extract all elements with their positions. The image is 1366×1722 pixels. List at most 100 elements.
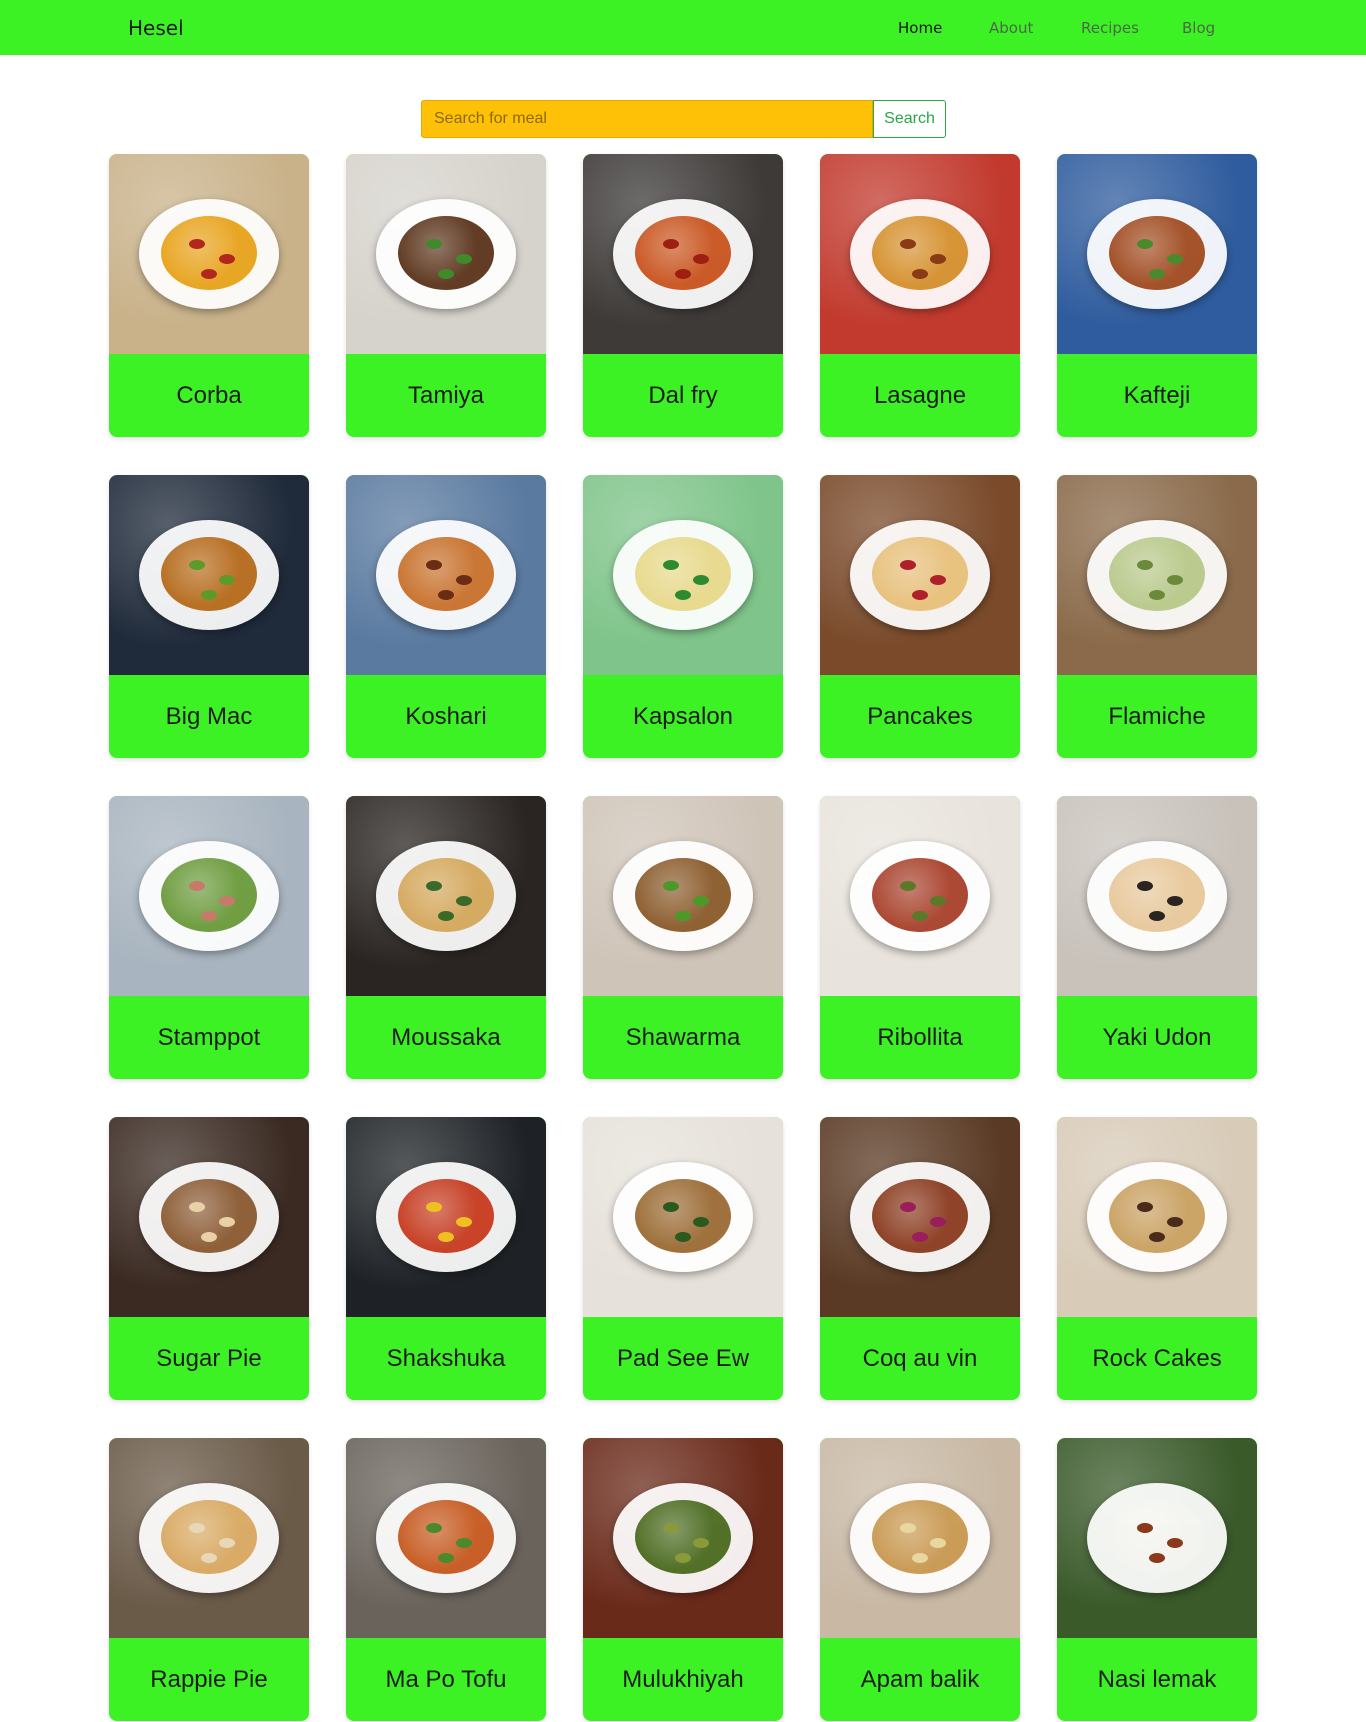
meal-image[interactable] [1057, 154, 1257, 354]
meal-card[interactable]: Moussaka [346, 796, 546, 1079]
garnish-shape [693, 1217, 709, 1227]
garnish-shape [1137, 881, 1153, 891]
meal-image[interactable] [583, 1438, 783, 1638]
meal-card[interactable]: Corba [109, 154, 309, 437]
meal-title: Rappie Pie [150, 1665, 268, 1693]
meal-image[interactable] [346, 154, 546, 354]
garnish-shape [426, 1523, 442, 1533]
nav-link-recipes[interactable]: Recipes [1081, 19, 1139, 37]
garnish-shape [219, 575, 235, 585]
meal-card[interactable]: Apam balik [820, 1438, 1020, 1721]
garnish-shape [900, 239, 916, 249]
meal-card[interactable]: Kafteji [1057, 154, 1257, 437]
garnish-shape [663, 1523, 679, 1533]
meal-image[interactable] [820, 1438, 1020, 1638]
garnish-shape [426, 239, 442, 249]
garnish-shape [1149, 269, 1165, 279]
meal-image[interactable] [1057, 1438, 1257, 1638]
meal-image[interactable] [109, 154, 309, 354]
meal-image[interactable] [1057, 475, 1257, 675]
garnish-shape [930, 1538, 946, 1548]
meal-image[interactable] [583, 154, 783, 354]
meal-title: Lasagne [873, 381, 967, 409]
meal-title: Ribollita [877, 1023, 963, 1051]
meal-image[interactable] [346, 1117, 546, 1317]
meal-title: Coq au vin [862, 1344, 978, 1372]
search-button[interactable]: Search [873, 100, 946, 138]
meal-image[interactable] [820, 796, 1020, 996]
meal-image[interactable] [109, 475, 309, 675]
garnish-shape [663, 881, 679, 891]
meal-image[interactable] [1057, 796, 1257, 996]
garnish-shape [201, 269, 217, 279]
nav-link-blog[interactable]: Blog [1182, 19, 1215, 37]
garnish-shape [912, 1553, 928, 1563]
garnish-shape [675, 1232, 691, 1242]
meal-image[interactable] [346, 796, 546, 996]
nav-link-about[interactable]: About [989, 19, 1033, 37]
top-navbar: Hesel Home About Recipes Blog [0, 0, 1366, 55]
meal-card[interactable]: Shakshuka [346, 1117, 546, 1400]
meal-title: Flamiche [1108, 702, 1206, 730]
meal-card[interactable]: Tamiya [346, 154, 546, 437]
meal-card[interactable]: Pad See Ew [583, 1117, 783, 1400]
meal-image[interactable] [109, 796, 309, 996]
garnish-shape [189, 239, 205, 249]
garnish-shape [438, 269, 454, 279]
meal-card[interactable]: Dal fry [583, 154, 783, 437]
meal-title: Pancakes [867, 702, 973, 730]
meal-image[interactable] [820, 1117, 1020, 1317]
meal-image[interactable] [820, 475, 1020, 675]
garnish-shape [693, 896, 709, 906]
meal-card[interactable]: Yaki Udon [1057, 796, 1257, 1079]
garnish-shape [1137, 560, 1153, 570]
garnish-shape [456, 1217, 472, 1227]
garnish-shape [930, 896, 946, 906]
nav-link-home[interactable]: Home [898, 19, 942, 37]
garnish-shape [438, 1232, 454, 1242]
meal-card[interactable]: Ribollita [820, 796, 1020, 1079]
garnish-shape [693, 575, 709, 585]
garnish-shape [1167, 575, 1183, 585]
brand-logo-link[interactable]: Hesel [128, 16, 184, 40]
meal-card[interactable]: Big Mac [109, 475, 309, 758]
meal-image[interactable] [583, 796, 783, 996]
meal-image[interactable] [109, 1438, 309, 1638]
meal-image[interactable] [1057, 1117, 1257, 1317]
meal-card[interactable]: Stamppot [109, 796, 309, 1079]
garnish-shape [930, 575, 946, 585]
meal-title: Rock Cakes [1092, 1344, 1222, 1372]
garnish-shape [201, 1232, 217, 1242]
meal-card[interactable]: Coq au vin [820, 1117, 1020, 1400]
meal-card[interactable]: Lasagne [820, 154, 1020, 437]
meal-card[interactable]: Ma Po Tofu [346, 1438, 546, 1721]
meal-title: Yaki Udon [1102, 1023, 1212, 1051]
meal-card[interactable]: Sugar Pie [109, 1117, 309, 1400]
meal-title: Shakshuka [386, 1344, 506, 1372]
meal-image[interactable] [820, 154, 1020, 354]
garnish-shape [456, 1538, 472, 1548]
garnish-shape [219, 896, 235, 906]
meal-title: Apam balik [860, 1665, 980, 1693]
meal-card[interactable]: Flamiche [1057, 475, 1257, 758]
garnish-shape [675, 1553, 691, 1563]
meal-title: Kafteji [1123, 381, 1191, 409]
meal-card[interactable]: Rock Cakes [1057, 1117, 1257, 1400]
meal-card[interactable]: Mulukhiyah [583, 1438, 783, 1721]
meal-image[interactable] [109, 1117, 309, 1317]
garnish-shape [930, 1217, 946, 1227]
meal-card[interactable]: Kapsalon [583, 475, 783, 758]
garnish-shape [219, 254, 235, 264]
garnish-shape [900, 1523, 916, 1533]
meal-card[interactable]: Pancakes [820, 475, 1020, 758]
meal-card[interactable]: Nasi lemak [1057, 1438, 1257, 1721]
meal-image[interactable] [583, 475, 783, 675]
meal-card[interactable]: Rappie Pie [109, 1438, 309, 1721]
meal-image[interactable] [346, 1438, 546, 1638]
meal-card[interactable]: Shawarma [583, 796, 783, 1079]
meal-image[interactable] [346, 475, 546, 675]
search-input[interactable] [421, 100, 873, 138]
meal-card[interactable]: Koshari [346, 475, 546, 758]
meal-image[interactable] [583, 1117, 783, 1317]
garnish-shape [912, 590, 928, 600]
